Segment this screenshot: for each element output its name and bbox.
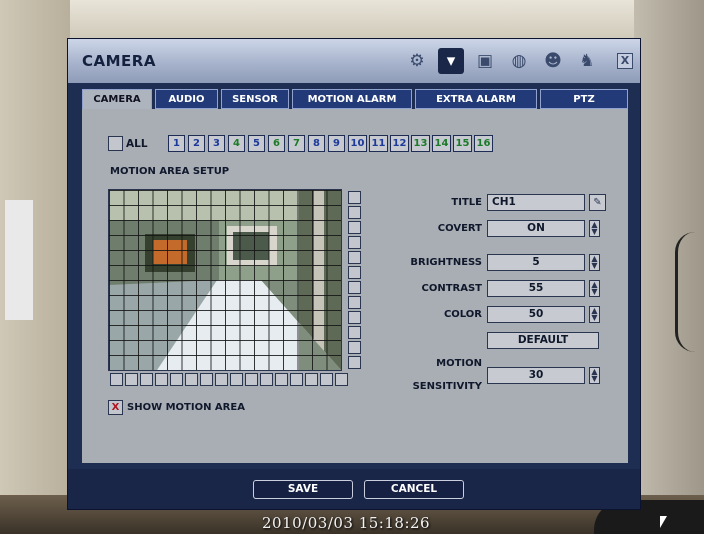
- motion-row-selector[interactable]: [348, 236, 361, 249]
- title-input[interactable]: CH1: [487, 194, 585, 211]
- camera-tab-content: ALL 1 2 3 4 5 6 7 8 9 10 11 12 13 14 15 16 MOTION AREA …: [82, 109, 628, 463]
- covert-stepper-icon[interactable]: ▲ ▼: [589, 220, 600, 237]
- tab-audio[interactable]: AUDIO: [155, 89, 218, 109]
- motion-row-selector[interactable]: [348, 266, 361, 279]
- motion-column-selector[interactable]: [290, 373, 303, 386]
- motion-row-selector[interactable]: [348, 296, 361, 309]
- sensitivity-label: SENSITIVITY: [412, 381, 482, 392]
- channel-button-5[interactable]: 5: [248, 135, 265, 152]
- contrast-stepper-icon[interactable]: ▲ ▼: [589, 280, 600, 297]
- motion-column-selector[interactable]: [305, 373, 318, 386]
- mouse-cursor: [660, 516, 667, 528]
- user-icon[interactable]: ☻: [540, 48, 566, 74]
- motion-column-selector[interactable]: [185, 373, 198, 386]
- all-channels-checkbox[interactable]: [108, 136, 123, 151]
- motion-column-selector[interactable]: [200, 373, 213, 386]
- channel-button-13[interactable]: 13: [411, 135, 430, 152]
- motion-column-selector[interactable]: [245, 373, 258, 386]
- contrast-label: CONTRAST: [421, 283, 483, 294]
- motion-sensitivity-field[interactable]: 30: [487, 367, 585, 384]
- tab-camera[interactable]: CAMERA: [82, 89, 152, 111]
- motion-grid[interactable]: [109, 190, 341, 370]
- channel-button-12[interactable]: 12: [390, 135, 409, 152]
- wall-sign: [5, 200, 33, 320]
- motion-row-selector[interactable]: [348, 191, 361, 204]
- window-title: CAMERA: [82, 52, 156, 70]
- camera-preview[interactable]: [108, 189, 342, 371]
- motion-row-selector[interactable]: [348, 206, 361, 219]
- display-icon[interactable]: ▣: [472, 48, 498, 74]
- motion-area-setup-label: MOTION AREA SETUP: [110, 166, 230, 177]
- motion-row-selector[interactable]: [348, 356, 361, 369]
- close-icon[interactable]: X: [617, 53, 633, 69]
- tab-ptz[interactable]: PTZ: [540, 89, 628, 109]
- motion-column-selector[interactable]: [335, 373, 348, 386]
- channel-button-14[interactable]: 14: [432, 135, 451, 152]
- channel-button-3[interactable]: 3: [208, 135, 225, 152]
- motion-label: MOTION: [436, 358, 482, 369]
- tab-sensor[interactable]: SENSOR: [221, 89, 289, 109]
- title-bar: CAMERA ⚙ ▾ ▣ ◍ ☻ ♞ X: [68, 39, 640, 83]
- motion-column-selector[interactable]: [215, 373, 228, 386]
- camera-settings-dialog: CAMERA ⚙ ▾ ▣ ◍ ☻ ♞ X CAMERA AUDIO SENSOR…: [67, 38, 641, 510]
- tab-motion-alarm[interactable]: MOTION ALARM: [292, 89, 412, 109]
- covert-select[interactable]: ON: [487, 220, 585, 237]
- contrast-field[interactable]: 55: [487, 280, 585, 297]
- gear-icon[interactable]: ⚙: [404, 48, 430, 74]
- channel-button-9[interactable]: 9: [328, 135, 345, 152]
- footer-bar: SAVE CANCEL: [68, 469, 640, 509]
- motion-row-selector[interactable]: [348, 281, 361, 294]
- channel-button-6[interactable]: 6: [268, 135, 285, 152]
- default-button[interactable]: DEFAULT: [487, 332, 599, 349]
- color-stepper-icon[interactable]: ▲ ▼: [589, 306, 600, 323]
- motion-column-selector[interactable]: [230, 373, 243, 386]
- show-motion-area-checkbox[interactable]: X: [108, 400, 123, 415]
- motion-column-selector[interactable]: [260, 373, 273, 386]
- tab-bar: CAMERA AUDIO SENSOR MOTION ALARM EXTRA A…: [82, 89, 630, 111]
- channel-button-2[interactable]: 2: [188, 135, 205, 152]
- motion-column-selector[interactable]: [275, 373, 288, 386]
- network-icon[interactable]: ◍: [506, 48, 532, 74]
- show-motion-area-label: SHOW MOTION AREA: [127, 402, 245, 413]
- color-label: COLOR: [443, 309, 482, 320]
- motion-column-selector[interactable]: [170, 373, 183, 386]
- motion-sensitivity-stepper-icon[interactable]: ▲ ▼: [589, 367, 600, 384]
- motion-column-selector[interactable]: [155, 373, 168, 386]
- motion-column-selector[interactable]: [110, 373, 123, 386]
- motion-row-selector[interactable]: [348, 251, 361, 264]
- motion-row-selector[interactable]: [348, 311, 361, 324]
- color-field[interactable]: 50: [487, 306, 585, 323]
- brightness-label: BRIGHTNESS: [410, 257, 482, 268]
- ceiling: [70, 0, 634, 40]
- channel-button-10[interactable]: 10: [348, 135, 367, 152]
- recording-icon[interactable]: ♞: [574, 48, 600, 74]
- motion-row-selector[interactable]: [348, 341, 361, 354]
- channel-button-16[interactable]: 16: [474, 135, 493, 152]
- motion-column-selector[interactable]: [320, 373, 333, 386]
- title-label: TITLE: [451, 197, 482, 208]
- all-channels-label: ALL: [126, 138, 148, 150]
- channel-button-7[interactable]: 7: [288, 135, 305, 152]
- osd-datetime: 2010/03/03 15:18:26: [262, 514, 431, 532]
- motion-row-selector[interactable]: [348, 326, 361, 339]
- motion-column-selector[interactable]: [125, 373, 138, 386]
- channel-button-8[interactable]: 8: [308, 135, 325, 152]
- tab-extra-alarm[interactable]: EXTRA ALARM: [415, 89, 537, 109]
- cancel-button[interactable]: CANCEL: [364, 480, 464, 499]
- channel-button-1[interactable]: 1: [168, 135, 185, 152]
- brightness-field[interactable]: 5: [487, 254, 585, 271]
- channel-button-11[interactable]: 11: [369, 135, 388, 152]
- motion-column-selector[interactable]: [140, 373, 153, 386]
- brightness-stepper-icon[interactable]: ▲ ▼: [589, 254, 600, 271]
- covert-label: COVERT: [437, 223, 482, 234]
- channel-button-15[interactable]: 15: [453, 135, 472, 152]
- channel-button-4[interactable]: 4: [228, 135, 245, 152]
- cable: [675, 232, 704, 352]
- save-button[interactable]: SAVE: [253, 480, 353, 499]
- edit-title-icon[interactable]: ✎: [589, 194, 606, 211]
- motion-row-selector[interactable]: [348, 221, 361, 234]
- camera-icon[interactable]: ▾: [438, 48, 464, 74]
